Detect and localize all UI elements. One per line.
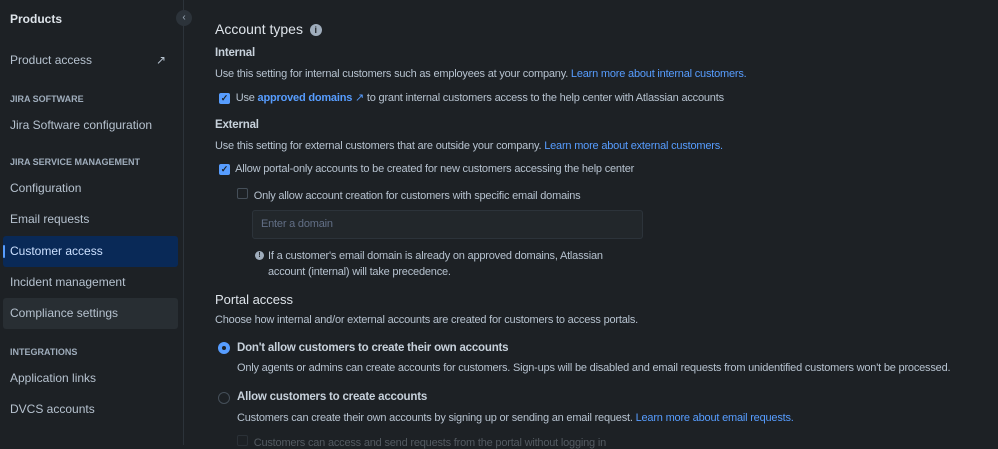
sidebar-title: Products xyxy=(10,12,63,26)
section-integrations: INTEGRATIONS xyxy=(10,347,78,357)
section-jira-software: JIRA SOFTWARE xyxy=(10,94,84,104)
option-dont-allow-label[interactable]: Don't allow customers to create their ow… xyxy=(237,342,509,354)
sidebar-item-email-requests[interactable]: Email requests xyxy=(3,204,178,235)
domain-input[interactable]: Enter a domain xyxy=(252,210,643,239)
sidebar-item-incident-management[interactable]: Incident management xyxy=(3,267,178,298)
collapse-sidebar-button[interactable]: ‹ xyxy=(176,10,192,26)
external-link-icon: ↗ xyxy=(355,92,365,104)
sidebar: Products Product access ↗ JIRA SOFTWARE J… xyxy=(0,0,184,445)
external-heading: External xyxy=(215,119,259,131)
sidebar-item-dvcs-accounts[interactable]: DVCS accounts xyxy=(3,394,178,425)
section-jira-service-management: JIRA SERVICE MANAGEMENT xyxy=(10,157,141,167)
sidebar-item-label: Product access xyxy=(10,53,93,67)
precedence-note-line2: account (internal) will take precedence. xyxy=(268,266,451,278)
portal-access-description: Choose how internal and/or external acco… xyxy=(215,314,639,326)
internal-description: Use this setting for internal customers … xyxy=(215,68,569,80)
access-without-login-checkbox xyxy=(237,435,248,446)
precedence-note-line1: If a customer's email domain is already … xyxy=(268,250,603,262)
checkbox-label: Only allow account creation for customer… xyxy=(253,190,581,202)
internal-heading: Internal xyxy=(215,47,255,59)
info-icon[interactable]: i xyxy=(309,24,322,36)
internal-learn-more-link[interactable]: Learn more about internal customers. xyxy=(571,68,747,80)
sidebar-item-application-links[interactable]: Application links xyxy=(3,363,178,394)
specific-domains-checkbox[interactable] xyxy=(237,188,248,199)
info-icon: ! xyxy=(255,251,264,260)
checkbox-label: to grant internal customers access to th… xyxy=(366,92,724,104)
sidebar-item-jira-software-configuration[interactable]: Jira Software configuration xyxy=(3,110,178,141)
option-allow-label[interactable]: Allow customers to create accounts xyxy=(237,391,427,403)
external-link-icon: ↗ xyxy=(155,53,166,67)
approved-domains-link[interactable]: approved domains xyxy=(258,92,353,104)
checkbox-label: Use xyxy=(235,92,255,104)
option-allow-description: Customers can create their own accounts … xyxy=(237,412,633,424)
main-content: Account types i Internal Use this settin… xyxy=(215,0,985,449)
radio-allow[interactable] xyxy=(218,392,230,404)
radio-dont-allow[interactable] xyxy=(218,342,230,354)
sidebar-item-configuration[interactable]: Configuration xyxy=(3,173,178,204)
portal-only-accounts-checkbox[interactable]: ✓ xyxy=(219,164,230,175)
portal-access-heading: Portal access xyxy=(215,292,294,307)
account-types-heading: Account types xyxy=(215,21,303,37)
approved-domains-checkbox[interactable]: ✓ xyxy=(219,93,230,104)
sidebar-item-compliance-settings[interactable]: Compliance settings xyxy=(3,298,178,329)
checkbox-label: Customers can access and send requests f… xyxy=(253,437,606,449)
external-description: Use this setting for external customers … xyxy=(215,140,542,152)
option-dont-allow-description: Only agents or admins can create account… xyxy=(237,362,951,374)
sidebar-item-product-access[interactable]: Product access ↗ xyxy=(3,45,178,76)
email-requests-link[interactable]: Learn more about email requests. xyxy=(636,412,794,424)
sidebar-item-customer-access[interactable]: Customer access xyxy=(3,236,178,267)
checkbox-label: Allow portal-only accounts to be created… xyxy=(235,163,635,175)
external-learn-more-link[interactable]: Learn more about external customers. xyxy=(544,140,723,152)
